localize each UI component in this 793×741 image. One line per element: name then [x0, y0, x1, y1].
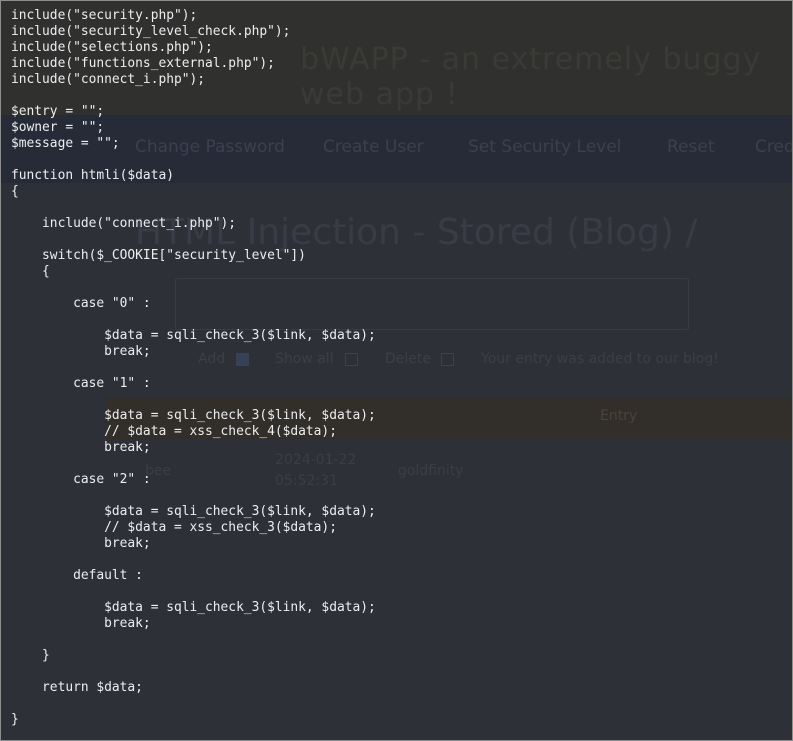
code-line: $entry = ""; — [11, 104, 105, 119]
code-line: $data = sqli_check_3($link, $data); — [11, 408, 376, 423]
code-line: include("security.php"); — [11, 8, 198, 23]
code-line: switch($_COOKIE["security_level"]) — [11, 248, 306, 263]
code-line: $message = ""; — [11, 136, 120, 151]
code-line: { — [11, 184, 19, 199]
code-line: // $data = xss_check_3($data); — [11, 520, 337, 535]
code-line: case "2" : — [11, 472, 151, 487]
php-source-code: include("security.php"); include("securit… — [11, 8, 376, 728]
code-line: break; — [11, 344, 151, 359]
code-line: include("selections.php"); — [11, 40, 213, 55]
code-line: // $data = xss_check_4($data); — [11, 424, 337, 439]
code-line: include("security_level_check.php"); — [11, 24, 291, 39]
code-line: break; — [11, 440, 151, 455]
code-line: $data = sqli_check_3($link, $data); — [11, 600, 376, 615]
code-line: include("connect_i.php"); — [11, 72, 206, 87]
code-line: $owner = ""; — [11, 120, 105, 135]
code-line: function htmli($data) — [11, 168, 174, 183]
code-line: break; — [11, 616, 151, 631]
code-line: break; — [11, 536, 151, 551]
code-line: $data = sqli_check_3($link, $data); — [11, 504, 376, 519]
code-line: include("functions_external.php"); — [11, 56, 275, 71]
code-line: } — [11, 648, 50, 663]
code-line: case "0" : — [11, 296, 151, 311]
code-line: include("connect_i.php"); — [11, 216, 237, 231]
code-line: return $data; — [11, 680, 143, 695]
code-line: case "1" : — [11, 376, 151, 391]
code-line: $data = sqli_check_3($link, $data); — [11, 328, 376, 343]
code-line: } — [11, 712, 19, 727]
code-overlay: include("security.php"); include("securit… — [0, 0, 793, 741]
code-line: default : — [11, 568, 143, 583]
code-line: { — [11, 264, 50, 279]
